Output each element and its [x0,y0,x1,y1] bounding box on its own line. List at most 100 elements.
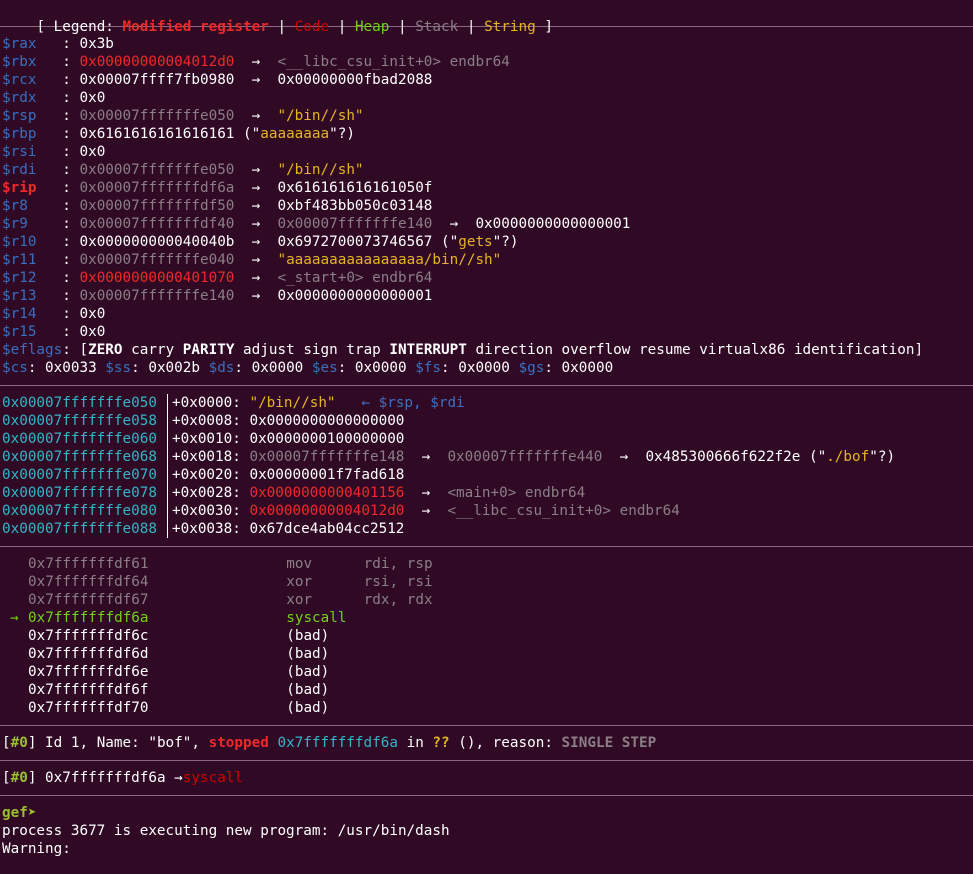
legend-modified-register: Modified register [122,19,269,35]
register-row: $r10 : 0x000000000040040b → 0x6972700073… [0,233,973,251]
register-name: $r10 [2,234,63,250]
register-value: 0x0 [79,144,106,160]
legend-sep: | [329,19,355,35]
code-address: 0x7fffffffdf6a [28,610,287,626]
stack-address: 0x00007fffffffe080 [2,503,157,519]
stack-segment: ← $rsp, $rdi [335,395,465,411]
stack-content: +0x0020: 0x00000001f7fad618 [172,466,404,484]
code-operands: rsi, rsi [363,574,433,590]
register-name: $rip [2,180,63,196]
stack-address: 0x00007fffffffe070 [2,467,157,483]
register-value: 0x6161616161616161 [79,126,235,142]
register-deref: → [234,216,278,232]
register-colon: : [62,72,80,88]
legend-sep: | [458,19,485,35]
code-mnemonic: (bad) [286,682,364,698]
segment-name: $gs [518,360,545,376]
stack-address: 0x00007fffffffe078 [2,485,157,501]
register-deref: → [234,270,278,286]
code-address: 0x7fffffffdf6c [28,628,287,644]
code-mnemonic: xor [286,592,364,608]
segment-name: $es [311,360,338,376]
register-row: $r13 : 0x00007fffffffe140 → 0x0000000000… [0,287,973,305]
segment-value: : 0x0000 [441,360,519,376]
trace-addr: 0x7fffffffdf6a [45,770,175,786]
register-deref: "aaaaaaaaaaaaaaaa/bin//sh" [277,252,502,268]
output-line: process 3677 is executing new program: /… [2,823,450,839]
gef-prompt[interactable]: gef➤ [0,804,973,822]
register-value: 0x3b [79,36,114,52]
register-colon: : [62,90,80,106]
stack-row: 0x00007fffffffe088 +0x0038: 0x67dce4ab04c… [0,520,973,538]
code-address: 0x7fffffffdf70 [28,700,287,716]
code-operands: rdi, rsp [363,556,433,572]
legend-open: [ Legend: [36,19,123,35]
segment-name: $fs [415,360,442,376]
thread-line: [#0] Id 1, Name: "bof", stopped 0x7fffff… [2,735,657,751]
stack-segment: +0x0028: [172,485,250,501]
register-row: $rdx : 0x0 [0,89,973,107]
registers-panel: $rax : 0x3b $rbx : 0x00000000004012d0 → <… [0,35,973,341]
register-row: $r12 : 0x0000000000401070 → <_start+0> e… [0,269,973,287]
separator [0,546,973,547]
register-colon: : [62,252,80,268]
register-deref: (" [234,126,261,142]
code-mnemonic: (bad) [286,628,364,644]
terminal-window[interactable]: [ Legend: Modified register | Code | Hea… [0,0,973,874]
stack-content: +0x0010: 0x0000000100000000 [172,430,404,448]
register-name: $rcx [2,72,63,88]
stack-segment: → [404,503,448,519]
segment-name: $ds [208,360,235,376]
register-row: $rcx : 0x00007ffff7fb0980 → 0x00000000fb… [0,71,973,89]
legend-stack: Stack [415,19,459,35]
stack-divider [167,394,168,412]
stack-segment: 0x0000000100000000 [249,431,405,447]
register-row: $r15 : 0x0 [0,323,973,341]
stack-divider [167,484,168,502]
register-row: $r11 : 0x00007fffffffe040 → "aaaaaaaaaaa… [0,251,973,269]
code-line-current: → 0x7fffffffdf6a syscall [0,609,973,627]
code-address: 0x7fffffffdf64 [28,574,287,590]
register-name: $rsp [2,108,63,124]
stack-segment: → [602,449,646,465]
register-value: 0x0 [79,306,106,322]
legend-close: ] [535,19,553,35]
register-name: $r12 [2,270,63,286]
register-row: $r8 : 0x00007fffffffdf50 → 0xbf483bb050c… [0,197,973,215]
register-name: $rax [2,36,63,52]
register-colon: : [62,306,80,322]
stack-segment: <main+0> endbr64 [447,485,586,501]
stack-address: 0x00007fffffffe060 [2,431,157,447]
code-address: 0x7fffffffdf67 [28,592,287,608]
register-deref: → [234,180,278,196]
separator [0,725,973,726]
register-name: $rbx [2,54,63,70]
register-value: 0x00007fffffffe140 [79,288,235,304]
stack-divider [167,520,168,538]
eflags-label: $eflags [2,342,63,358]
segment-name: $ss [105,360,132,376]
register-deref: → [234,252,278,268]
stack-segment: "?) [869,449,896,465]
code-mnemonic: syscall [286,610,364,626]
register-name: $r8 [2,198,63,214]
register-colon: : [62,162,80,178]
stack-segment: +0x0018: [172,449,250,465]
register-name: $r14 [2,306,63,322]
stack-row: 0x00007fffffffe068 +0x0018: 0x00007ffffff… [0,448,973,466]
stack-divider [167,466,168,484]
register-name: $rdx [2,90,63,106]
stack-content: +0x0000: "/bin//sh" ← $rsp, $rdi [172,394,465,412]
code-address: 0x7fffffffdf6d [28,646,287,662]
register-colon: : [62,216,80,232]
stack-address: 0x00007fffffffe050 [2,395,157,411]
register-value: 0x00007ffff7fb0980 [79,72,235,88]
register-deref: 0x6972700073746567 (" [277,234,459,250]
segment-name: $cs [2,360,28,376]
stack-row: 0x00007fffffffe060 +0x0010: 0x00000001000… [0,430,973,448]
segments-line: $cs: 0x0033 $ss: 0x002b $ds: 0x0000 $es:… [0,359,973,377]
code-line: 0x7fffffffdf6d (bad) [0,645,973,663]
register-value: 0x00007fffffffe050 [79,108,235,124]
register-row: $rip : 0x00007fffffffdf6a → 0x6161616161… [0,179,973,197]
segment-value: : 0x0033 [27,360,106,376]
